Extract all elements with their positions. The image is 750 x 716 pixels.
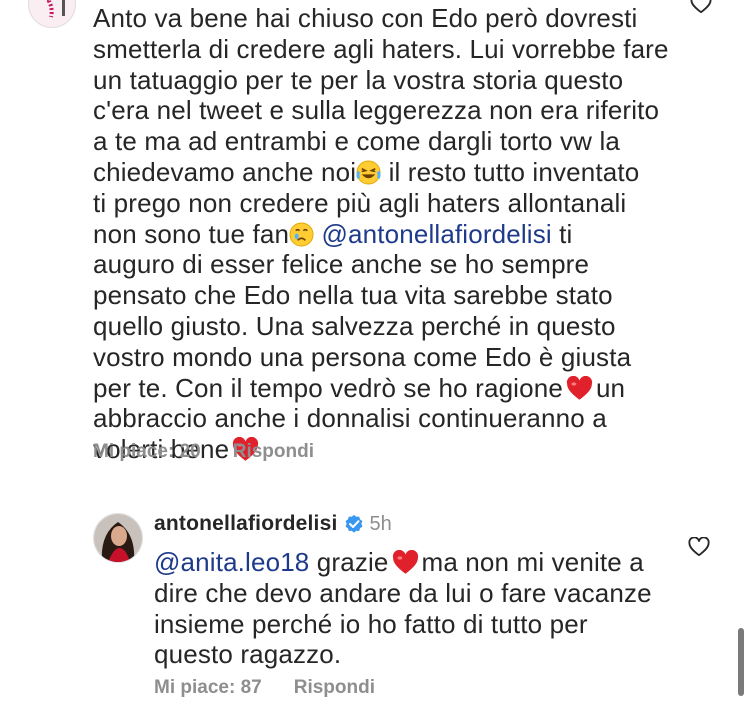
comment-line: a te ma ad entrambi e come dargli torto … — [93, 126, 620, 157]
comment-line: @anita.leo18 grazie ma non mi venite a — [154, 547, 644, 577]
heart-emoji-icon — [566, 375, 593, 400]
heart-emoji-icon — [392, 550, 418, 574]
reply-comment-meta: Mi piace: 87 Rispondi — [154, 677, 375, 699]
likes-count[interactable]: Mi piace: 87 — [154, 677, 262, 699]
comment-line: vostro mondo una persona come Edo è gius… — [93, 341, 632, 372]
like-heart-outline-icon[interactable] — [688, 537, 710, 557]
comment-line: insieme perché io ho fatto di tutto per — [154, 608, 588, 639]
comment-line: un tatuaggio per te per la vostra storia… — [93, 64, 624, 95]
scrollbar-thumb[interactable] — [738, 628, 744, 696]
comment-line: c'era nel tweet e sulla leggerezza non e… — [93, 95, 660, 126]
comment-line: chiedevamo anche noi il resto tutto inve… — [93, 156, 640, 187]
comment-line: ti prego non credere più agli haters all… — [93, 187, 627, 218]
reply-avatar[interactable] — [93, 513, 143, 563]
comment-line: questo ragazzo. — [154, 639, 342, 670]
mention-link[interactable]: @anita.leo18 — [154, 547, 309, 577]
like-heart-outline-icon[interactable] — [690, 0, 712, 14]
reply-comment-text: @anita.leo18 grazie ma non mi venite a d… — [154, 547, 652, 670]
reply-header: antonellafiordelisi 5h — [154, 512, 392, 536]
profile-photo-icon — [94, 514, 142, 562]
laughing-emoji-icon — [356, 160, 381, 185]
reply-username[interactable]: antonellafiordelisi — [154, 512, 338, 536]
likes-count[interactable]: Mi piace: 20 — [93, 441, 201, 463]
comment-line: abbraccio anche i donnalisi continuerann… — [93, 403, 607, 434]
comment-line: dire che devo andare da lui o fare vacan… — [154, 577, 652, 608]
first-comment-meta: Mi piace: 20 Rispondi — [93, 441, 314, 463]
crying-emoji-icon — [289, 222, 314, 247]
comment-line: Anto va bene hai chiuso con Edo però dov… — [93, 3, 638, 33]
comment-line: auguro di esser felice anche se ho sempr… — [93, 249, 590, 280]
verified-badge-icon — [345, 515, 362, 533]
reply-timestamp: 5h — [369, 512, 392, 535]
reply-button[interactable]: Rispondi — [233, 441, 314, 463]
comment-line: quello giusto. Una salvezza perché in qu… — [93, 310, 616, 341]
previous-comment-thread-line — [62, 0, 65, 16]
first-comment-text: Anto va bene hai chiuso con Edo però dov… — [93, 3, 669, 465]
reply-button[interactable]: Rispondi — [294, 677, 375, 699]
comment-line: smetterla di credere agli haters. Lui vo… — [93, 33, 669, 64]
comment-line: per te. Con il tempo vedrò se ho ragione… — [93, 372, 626, 403]
mention-link[interactable]: @antonellafiordelisi — [322, 219, 552, 249]
comment-line: pensato che Edo nella tua vita sarebbe s… — [93, 280, 613, 311]
avatar-pattern-icon — [29, 0, 75, 27]
comment-line: non sono tue fan @antonellafiordelisi ti — [93, 218, 573, 249]
previous-avatar[interactable] — [28, 0, 76, 28]
